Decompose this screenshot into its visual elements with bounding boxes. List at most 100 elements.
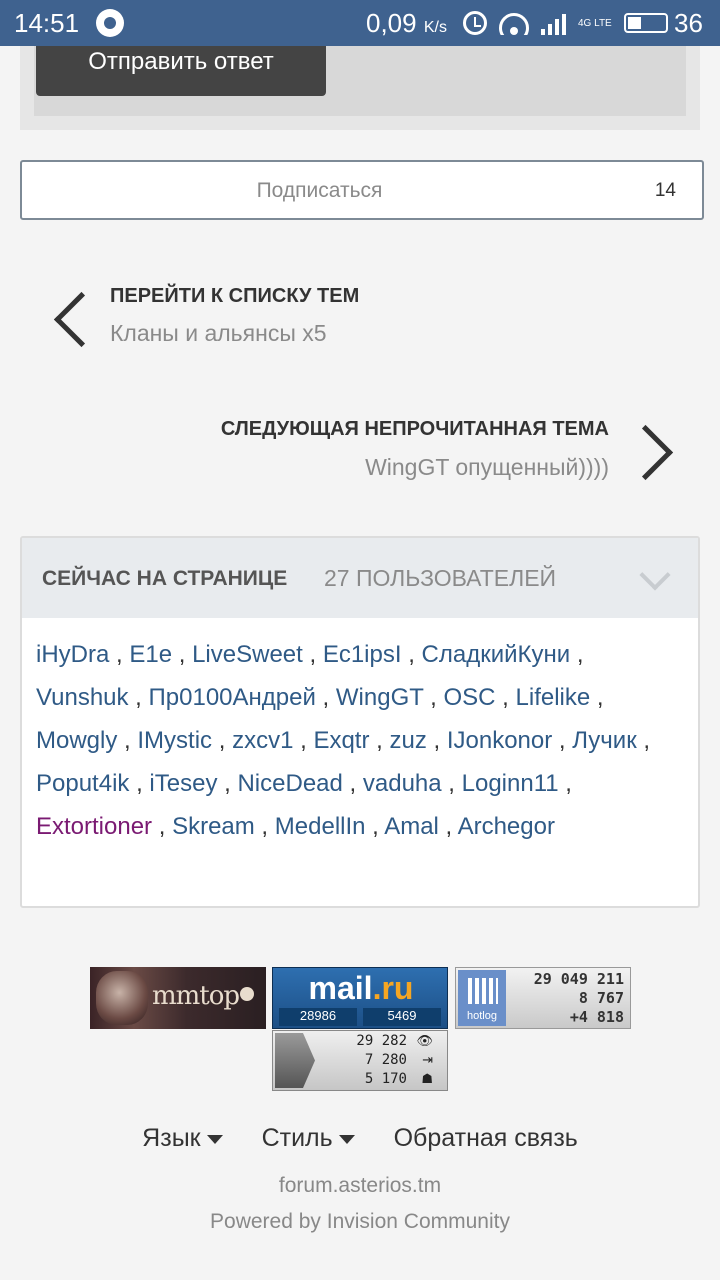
separator: ,: [254, 813, 275, 840]
online-user-link[interactable]: Amal: [384, 813, 439, 840]
hotlog-counter[interactable]: hotlog 29 049 211 8 767 +4 818: [455, 967, 631, 1029]
online-user-link[interactable]: Skream: [172, 813, 255, 840]
online-user-link[interactable]: Archegor: [458, 813, 555, 840]
submit-reply-button[interactable]: Отправить ответ: [36, 46, 326, 96]
online-user-link[interactable]: iHyDra: [36, 641, 109, 668]
network-speed-unit: K/s: [423, 19, 447, 36]
online-user-link[interactable]: iTesey: [149, 770, 217, 797]
network-type: 4G LTE: [578, 17, 612, 29]
separator: ,: [172, 641, 193, 668]
separator: ,: [302, 641, 323, 668]
wifi-icon: [499, 11, 529, 35]
caret-down-icon: [206, 1134, 223, 1144]
separator: ,: [438, 813, 458, 840]
online-user-link[interactable]: Lifelike: [516, 684, 591, 711]
online-user-link[interactable]: Poput4ik: [36, 770, 129, 797]
separator: ,: [117, 727, 138, 754]
liveinternet-icon: [275, 1033, 315, 1088]
online-user-link[interactable]: Exqtr: [313, 727, 369, 754]
prev-link-title: ПЕРЕЙТИ К СПИСКУ ТЕМ: [110, 285, 360, 307]
chevron-right-icon: [617, 424, 674, 481]
online-user-link[interactable]: zxcv1: [232, 727, 293, 754]
status-time: 14:51: [14, 8, 80, 38]
mailru-logo: mail.ru: [273, 970, 447, 1007]
status-icons: 4G LTE: [463, 10, 668, 36]
online-user-link[interactable]: Extortioner: [36, 813, 152, 840]
hotlog-icon: hotlog: [458, 970, 506, 1026]
separator: ,: [128, 684, 149, 711]
whatsapp-icon: [96, 9, 124, 37]
online-user-link[interactable]: WingGT: [336, 684, 424, 711]
separator: ,: [152, 813, 173, 840]
separator: ,: [570, 641, 584, 668]
status-bar: 14:51 0,09 K/s 4G LTE 36: [0, 0, 720, 46]
hotlog-value-1: 29 049 211: [533, 970, 624, 988]
separator: ,: [441, 770, 462, 797]
separator: ,: [342, 770, 363, 797]
online-user-link[interactable]: E1e: [129, 641, 172, 668]
hotlog-value-3: +4 818: [569, 1008, 624, 1026]
online-user-link[interactable]: Лучик: [572, 727, 636, 754]
style-menu[interactable]: Стиль: [262, 1124, 355, 1152]
online-user-link[interactable]: Mowgly: [36, 727, 117, 754]
separator: ,: [495, 684, 516, 711]
mailru-logo-domain: .ru: [372, 970, 414, 1006]
online-users-header[interactable]: СЕЙЧАС НА СТРАНИЦЕ 27 ПОЛЬЗОВАТЕЛЕЙ: [22, 538, 698, 618]
separator: ,: [401, 641, 422, 668]
mmotop-badge-icon: [240, 987, 254, 1001]
person-icon: ☗: [421, 1071, 433, 1086]
powered-by[interactable]: Powered by Invision Community: [0, 1210, 720, 1234]
separator: ,: [212, 727, 233, 754]
separator: ,: [636, 727, 651, 754]
mailru-value-2: 5469: [363, 1008, 441, 1026]
separator: ,: [552, 727, 573, 754]
online-user-link[interactable]: vaduha: [363, 770, 442, 797]
online-user-link[interactable]: zuz: [389, 727, 426, 754]
mmotop-counter[interactable]: mmtop: [90, 967, 266, 1029]
online-user-link[interactable]: Ec1ipsI: [323, 641, 402, 668]
next-link-title: СЛЕДУЮЩАЯ НЕПРОЧИТАННАЯ ТЕМА: [220, 418, 609, 440]
bar-chart-icon: [468, 978, 498, 1004]
online-user-link[interactable]: IMystic: [137, 727, 212, 754]
chevron-down-icon[interactable]: [639, 559, 671, 591]
online-users-count: 27 ПОЛЬЗОВАТЕЛЕЙ: [324, 565, 557, 591]
separator: ,: [590, 684, 604, 711]
enter-icon: ⇥: [422, 1052, 433, 1067]
character-portrait-icon: [96, 971, 148, 1025]
eye-icon: 👁: [416, 1033, 433, 1048]
online-user-link[interactable]: Loginn11: [462, 770, 559, 797]
mailru-value-1: 28986: [279, 1008, 357, 1026]
hotlog-value-2: 8 767: [578, 989, 624, 1007]
online-user-link[interactable]: OSC: [444, 684, 496, 711]
signal-icon: [541, 11, 566, 35]
feedback-link[interactable]: Обратная связь: [394, 1124, 578, 1152]
separator: ,: [558, 770, 572, 797]
network-speed-value: 0,09: [366, 8, 417, 38]
online-user-link[interactable]: СладкийКуни: [422, 641, 571, 668]
subscribe-button[interactable]: Подписаться 14: [20, 160, 704, 220]
battery-level: 36: [674, 8, 703, 38]
subscribe-label: Подписаться: [256, 179, 383, 202]
li-visits: 7 280: [364, 1052, 407, 1068]
online-user-link[interactable]: Vunshuk: [36, 684, 129, 711]
footer-domain[interactable]: forum.asterios.tm: [0, 1174, 720, 1198]
online-user-link[interactable]: LiveSweet: [192, 641, 303, 668]
online-users-title: СЕЙЧАС НА СТРАНИЦЕ: [42, 567, 288, 590]
online-user-link[interactable]: IJonkonor: [447, 727, 552, 754]
language-menu[interactable]: Язык: [142, 1124, 223, 1152]
liveinternet-counter[interactable]: 29 282 👁 7 280 ⇥ 5 170 ☗: [272, 1030, 448, 1091]
online-user-link[interactable]: Пр0100Андрей: [149, 684, 316, 711]
online-user-link[interactable]: NiceDead: [237, 770, 342, 797]
separator: ,: [217, 770, 238, 797]
battery-icon: [623, 13, 668, 33]
online-user-link[interactable]: MedellIn: [275, 813, 366, 840]
separator: ,: [369, 727, 390, 754]
footer-links: Язык Стиль Обратная связь: [0, 1124, 720, 1153]
mailru-counter[interactable]: mail.ru 28986 5469: [272, 967, 448, 1029]
next-link-topic: WingGT опущенный)))): [365, 454, 609, 480]
online-users-panel: СЕЙЧАС НА СТРАНИЦЕ 27 ПОЛЬЗОВАТЕЛЕЙ iHyD…: [20, 536, 700, 908]
subscriber-count: 14: [654, 180, 676, 201]
chevron-left-icon: [53, 291, 110, 348]
separator: ,: [423, 684, 444, 711]
style-label: Стиль: [261, 1124, 333, 1152]
